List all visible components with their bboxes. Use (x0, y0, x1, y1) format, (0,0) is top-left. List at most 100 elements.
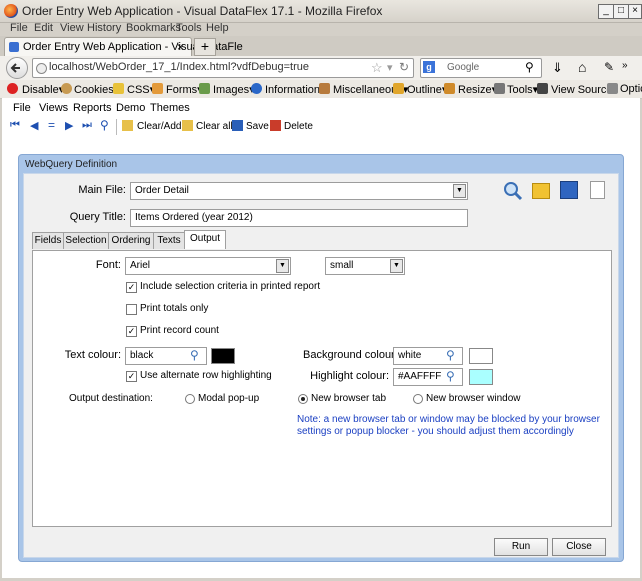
query-title-input[interactable]: Items Ordered (year 2012) (130, 209, 468, 227)
delete-button[interactable]: Delete (284, 121, 313, 132)
new-browser-window-radio[interactable] (413, 394, 423, 404)
menu-view[interactable]: View (60, 22, 84, 34)
app-menu-demo[interactable]: Demo (116, 102, 145, 114)
dev-tools[interactable]: Tools▾ (507, 83, 538, 96)
bookmark-star-icon[interactable]: ☆ (371, 60, 383, 76)
site-identity-icon[interactable] (36, 63, 47, 74)
dev-resize[interactable]: Resize▾ (458, 83, 497, 96)
search-icon[interactable]: ⚲ (100, 118, 109, 132)
menu-tools[interactable]: Tools (176, 22, 202, 34)
reload-icon[interactable]: ↻ (399, 60, 409, 74)
google-logo-icon[interactable]: g (423, 61, 435, 73)
save-button[interactable]: Save (246, 121, 269, 132)
dev-options[interactable]: Optic (620, 83, 642, 95)
run-button[interactable]: Run (494, 538, 548, 556)
menu-file[interactable]: File (10, 22, 28, 34)
last-record-icon[interactable]: ⏭ (82, 119, 92, 132)
previous-record-icon[interactable]: ◀ (30, 119, 38, 132)
close-button[interactable]: Close (552, 538, 606, 556)
print-totals-checkbox[interactable] (126, 304, 137, 315)
tab-ordering[interactable]: Ordering (108, 232, 154, 249)
menu-edit[interactable]: Edit (34, 22, 53, 34)
overflow-icon[interactable]: » (622, 60, 628, 71)
cookie-icon (61, 83, 72, 94)
browser-tab[interactable]: Order Entry Web Application - Visual Dat… (4, 37, 243, 57)
app-menu-themes[interactable]: Themes (150, 102, 190, 114)
menu-history[interactable]: History (87, 22, 121, 34)
output-destination-label: Output destination: (69, 393, 153, 404)
tab-texts[interactable]: Texts (153, 232, 185, 249)
tools-icon (494, 83, 505, 94)
new-tab-button[interactable]: + (194, 38, 216, 56)
color-picker-icon[interactable]: ⚲ (446, 369, 455, 383)
menu-help[interactable]: Help (206, 22, 229, 34)
window-title: Order Entry Web Application - Visual Dat… (22, 4, 383, 18)
search-box[interactable]: g Google ⚲ (420, 58, 542, 78)
font-select[interactable]: Ariel ▼ (125, 257, 291, 275)
maximize-button[interactable]: □ (613, 4, 629, 19)
chevron-down-icon[interactable]: ▼ (453, 184, 466, 198)
dev-images[interactable]: Images▾ (213, 83, 255, 96)
save-disk-icon[interactable] (560, 181, 578, 199)
tab-selection[interactable]: Selection (63, 232, 109, 249)
dev-information[interactable]: Information▾ (265, 83, 326, 96)
text-colour-input[interactable]: black ⚲ (125, 347, 207, 365)
new-browser-tab-label: New browser tab (311, 393, 387, 404)
forms-icon (152, 83, 163, 94)
dev-outline[interactable]: Outline▾ (407, 83, 447, 96)
clear-all-button[interactable]: Clear all (196, 121, 233, 132)
close-window-button[interactable]: × (628, 4, 642, 19)
include-criteria-checkbox[interactable]: ✓ (126, 282, 137, 293)
highlight-colour-input[interactable]: #AAFFFF ⚲ (393, 368, 463, 386)
magnifier-icon[interactable] (502, 180, 524, 202)
main-file-select[interactable]: Order Detail ▼ (130, 182, 468, 200)
dialog-title: WebQuery Definition (25, 159, 118, 170)
app-menu-reports[interactable]: Reports (73, 102, 112, 114)
open-folder-icon[interactable] (532, 183, 550, 199)
url-text: localhost/WebOrder_17_1/Index.html?vdfDe… (49, 61, 309, 73)
dev-forms[interactable]: Forms▾ (166, 83, 203, 96)
first-record-icon[interactable]: ⏮ (10, 119, 20, 132)
print-count-checkbox[interactable]: ✓ (126, 326, 137, 337)
alternate-rows-checkbox[interactable]: ✓ (126, 371, 137, 382)
dev-disable[interactable]: Disable▾ (22, 83, 64, 96)
new-browser-tab-radio[interactable] (298, 394, 308, 404)
chevron-down-icon[interactable]: ▼ (390, 259, 403, 273)
webquery-dialog: WebQuery Definition Main File: Order Det… (18, 154, 624, 562)
find-equal-icon[interactable]: = (48, 118, 55, 132)
tab-fields[interactable]: Fields (32, 232, 64, 249)
minimize-button[interactable]: _ (598, 4, 614, 19)
font-value: Ariel (130, 260, 151, 271)
close-tab-icon[interactable]: × (177, 40, 184, 54)
include-criteria-label: Include selection criteria in printed re… (140, 281, 321, 292)
tab-strip: Order Entry Web Application - Visual Dat… (0, 36, 642, 57)
menu-bookmarks[interactable]: Bookmarks (126, 22, 181, 34)
app-menu-file[interactable]: File (13, 102, 31, 114)
chevron-down-icon[interactable]: ▼ (276, 259, 289, 273)
clear-add-button[interactable]: Clear/Add (137, 121, 181, 132)
css-pencil-icon (113, 83, 124, 94)
home-icon[interactable]: ⌂ (578, 59, 586, 75)
app-menu-bar: File Views Reports Demo Themes (2, 98, 640, 116)
query-title-value: Items Ordered (year 2012) (135, 212, 253, 223)
dropdown-icon[interactable]: ▾ (387, 61, 393, 74)
app-menu-views[interactable]: Views (39, 102, 68, 114)
font-label: Font: (95, 259, 121, 271)
modal-popup-radio[interactable] (185, 394, 195, 404)
firefox-icon (4, 4, 18, 18)
color-picker-icon[interactable]: ⚲ (190, 348, 199, 362)
print-totals-label: Print totals only (140, 303, 209, 314)
font-size-select[interactable]: small ▼ (325, 257, 405, 275)
search-icon[interactable]: ⚲ (525, 60, 534, 74)
color-picker-icon[interactable]: ⚲ (446, 348, 455, 362)
background-colour-input[interactable]: white ⚲ (393, 347, 463, 365)
new-document-icon[interactable] (590, 181, 605, 199)
tab-output[interactable]: Output (184, 230, 226, 249)
downloads-icon[interactable]: ⇓ (552, 60, 563, 76)
address-bar[interactable]: localhost/WebOrder_17_1/Index.html?vdfDe… (32, 58, 414, 78)
dev-css[interactable]: CSS▾ (127, 83, 155, 96)
background-colour-value: white (398, 350, 422, 361)
back-button[interactable] (6, 57, 28, 79)
next-record-icon[interactable]: ▶ (65, 119, 73, 132)
addon-icon[interactable]: ✎ (604, 60, 614, 74)
